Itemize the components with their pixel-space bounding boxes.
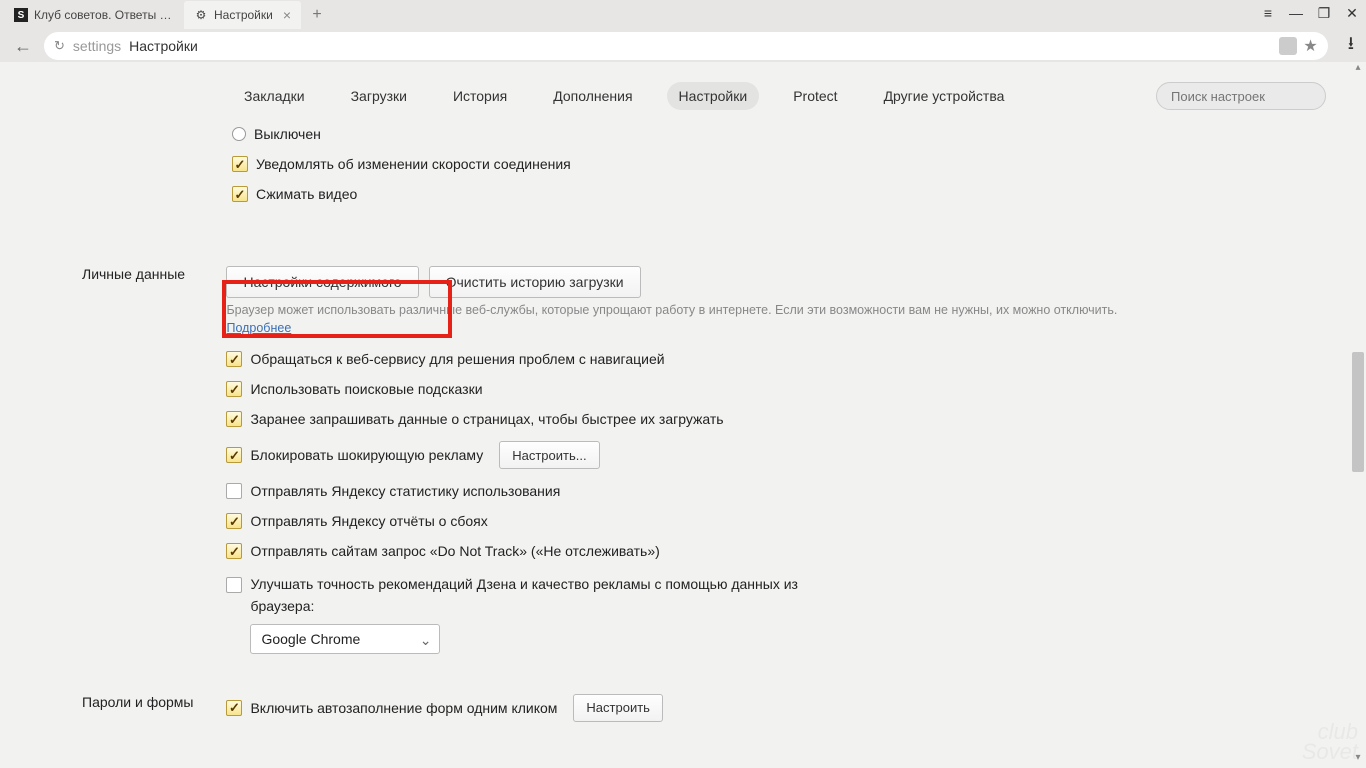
checkbox-icon xyxy=(226,381,242,397)
tab-protect[interactable]: Protect xyxy=(781,82,849,110)
downloads-icon[interactable]: ⭳ xyxy=(1348,31,1354,61)
gear-icon: ⚙ xyxy=(194,8,208,22)
checkbox-icon xyxy=(226,543,242,559)
scrollbar[interactable]: ▴ ▾ xyxy=(1350,62,1366,768)
shield-icon[interactable] xyxy=(1279,37,1297,55)
checkbox-icon xyxy=(232,186,248,202)
checkbox-notify-speed[interactable]: Уведомлять об изменении скорости соедине… xyxy=(232,156,1326,172)
search-settings-input[interactable] xyxy=(1156,82,1326,110)
radio-turbo-off[interactable]: Выключен xyxy=(232,126,1326,142)
select-value: Google Chrome xyxy=(261,628,360,650)
configure-shocking-button[interactable]: Настроить... xyxy=(499,441,599,469)
checkbox-zen-accuracy[interactable] xyxy=(226,577,242,593)
checkbox-icon xyxy=(226,351,242,367)
checkbox-block-shocking[interactable]: Блокировать шокирующую рекламу Настроить… xyxy=(226,441,1126,469)
scrollbar-thumb[interactable] xyxy=(1352,352,1364,472)
bookmark-star-icon[interactable]: ★ xyxy=(1303,36,1317,56)
url-main: Настройки xyxy=(129,38,198,54)
option-label: Улучшать точность рекомендаций Дзена и к… xyxy=(250,576,798,614)
checkbox-icon xyxy=(226,411,242,427)
option-label: Использовать поисковые подсказки xyxy=(250,381,482,397)
tab-history[interactable]: История xyxy=(441,82,519,110)
address-bar[interactable]: ↻ settings Настройки ★ xyxy=(44,32,1328,60)
section-personal-label: Личные данные xyxy=(82,266,222,282)
option-label: Уведомлять об изменении скорости соедине… xyxy=(256,156,571,172)
url-prefix: settings xyxy=(73,38,121,54)
checkbox-compress-video[interactable]: Сжимать видео xyxy=(232,186,1326,202)
browser-tab-active[interactable]: ⚙ Настройки × xyxy=(184,1,301,29)
tab-settings[interactable]: Настройки xyxy=(667,82,760,110)
checkbox-search-hints[interactable]: Использовать поисковые подсказки xyxy=(226,381,1126,397)
option-label: Блокировать шокирующую рекламу xyxy=(250,447,483,463)
clear-history-button[interactable]: Очистить историю загрузки xyxy=(429,266,641,298)
section-passwords-label: Пароли и формы xyxy=(82,694,222,710)
option-label: Отправлять сайтам запрос «Do Not Track» … xyxy=(250,543,659,559)
checkbox-icon xyxy=(232,156,248,172)
option-label: Обращаться к веб-сервису для решения про… xyxy=(250,351,664,367)
tab-other-devices[interactable]: Другие устройства xyxy=(872,82,1017,110)
option-label: Сжимать видео xyxy=(256,186,357,202)
option-label: Включить автозаполнение форм одним клико… xyxy=(250,700,557,716)
menu-icon[interactable]: ≡ xyxy=(1258,4,1278,22)
settings-toolbar: Закладки Загрузки История Дополнения Нас… xyxy=(0,62,1366,126)
checkbox-icon xyxy=(226,447,242,463)
scroll-up-icon[interactable]: ▴ xyxy=(1350,62,1366,78)
option-label: Отправлять Яндексу отчёты о сбоях xyxy=(250,513,487,529)
tab-addons[interactable]: Дополнения xyxy=(541,82,644,110)
option-label: Отправлять Яндексу статистику использова… xyxy=(250,483,560,499)
tab-downloads[interactable]: Загрузки xyxy=(339,82,419,110)
tab-title: Клуб советов. Ответы на вс xyxy=(34,8,174,22)
tab-title: Настройки xyxy=(214,8,273,22)
checkbox-dnt[interactable]: Отправлять сайтам запрос «Do Not Track» … xyxy=(226,543,1126,559)
maximize-icon[interactable]: ❐ xyxy=(1314,4,1334,22)
back-button[interactable]: ← xyxy=(12,35,34,57)
new-tab-button[interactable]: + xyxy=(305,3,329,27)
checkbox-prefetch[interactable]: Заранее запрашивать данные о страницах, … xyxy=(226,411,1126,427)
close-window-icon[interactable]: ✕ xyxy=(1342,4,1362,22)
checkbox-send-stats[interactable]: Отправлять Яндексу статистику использова… xyxy=(226,483,1126,499)
minimize-icon[interactable]: — xyxy=(1286,4,1306,22)
checkbox-icon xyxy=(226,483,242,499)
personal-hint: Браузер может использовать различные веб… xyxy=(226,302,1126,337)
browser-tab[interactable]: S Клуб советов. Ответы на вс xyxy=(4,1,184,29)
option-label: Выключен xyxy=(254,126,321,142)
checkbox-autofill[interactable]: Включить автозаполнение форм одним клико… xyxy=(226,694,1126,722)
checkbox-send-crash[interactable]: Отправлять Яндексу отчёты о сбоях xyxy=(226,513,1126,529)
watermark: club Sovet xyxy=(1302,722,1358,762)
tab-favicon-icon: S xyxy=(14,8,28,22)
content-settings-button[interactable]: Настройки содержимого xyxy=(226,266,418,298)
option-label: Заранее запрашивать данные о страницах, … xyxy=(250,411,723,427)
tab-bookmarks[interactable]: Закладки xyxy=(232,82,317,110)
configure-autofill-button[interactable]: Настроить xyxy=(573,694,663,722)
reload-icon[interactable]: ↻ xyxy=(54,38,65,54)
radio-icon xyxy=(232,127,246,141)
more-link[interactable]: Подробнее xyxy=(226,321,291,335)
checkbox-icon xyxy=(226,700,242,716)
close-icon[interactable]: × xyxy=(283,7,291,23)
checkbox-icon xyxy=(226,513,242,529)
browser-select[interactable]: Google Chrome xyxy=(250,624,440,654)
checkbox-nav-webservice[interactable]: Обращаться к веб-сервису для решения про… xyxy=(226,351,1126,367)
